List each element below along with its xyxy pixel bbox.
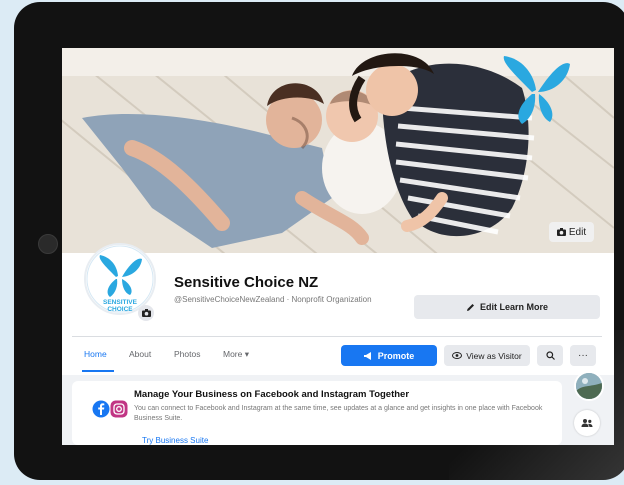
camera-icon [556, 228, 566, 236]
cover-illustration [62, 48, 614, 253]
edit-learn-more-button[interactable]: Edit Learn More [414, 295, 600, 319]
view-as-visitor-label: View as Visitor [466, 350, 522, 361]
edit-learn-more-label: Edit Learn More [479, 302, 548, 312]
eye-icon [452, 352, 463, 359]
tab-about[interactable]: About [129, 349, 151, 359]
active-tab-indicator [82, 370, 114, 372]
promote-label: Promote [377, 350, 415, 361]
facebook-icon [92, 400, 110, 418]
pencil-icon [466, 303, 474, 311]
camera-icon [141, 309, 151, 317]
page-title: Sensitive Choice NZ [174, 274, 319, 291]
header-divider [72, 336, 602, 337]
user-avatar[interactable] [574, 371, 604, 401]
tab-photos[interactable]: Photos [174, 349, 200, 359]
tab-more[interactable]: More ▾ [223, 349, 249, 360]
business-card-title: Manage Your Business on Facebook and Ins… [134, 389, 410, 400]
logo-text-sensitive: SENSITIVE [103, 299, 138, 306]
edit-cover-label: Edit [568, 226, 587, 238]
facebook-instagram-icons [92, 400, 128, 418]
search-icon [545, 351, 555, 360]
tab-home[interactable]: Home [84, 349, 107, 359]
tablet-home-button [38, 234, 58, 254]
logo-text-choice: CHOICE [107, 306, 133, 313]
business-card-description: You can connect to Facebook and Instagra… [134, 405, 543, 422]
promote-button[interactable]: Promote [341, 345, 437, 366]
facebook-page-screen: Edit SENSITIVE CHOICE Sensitive Choice N… [62, 48, 614, 445]
instagram-icon [110, 400, 128, 418]
more-options-button[interactable]: ··· [570, 345, 596, 366]
cover-photo: Edit [62, 48, 614, 253]
view-as-visitor-button[interactable]: View as Visitor [444, 345, 530, 366]
edit-cover-button[interactable]: Edit [549, 222, 594, 242]
page-search-button[interactable] [537, 345, 563, 366]
sensitive-choice-logo: SENSITIVE CHOICE [86, 245, 154, 313]
try-business-suite-link[interactable]: Try Business Suite [142, 436, 208, 445]
profile-camera-button[interactable] [138, 305, 154, 321]
page-handle-category: @SensitiveChoiceNewZealand · Nonprofit O… [174, 295, 372, 304]
people-button[interactable] [574, 410, 600, 436]
megaphone-icon [363, 351, 371, 360]
people-icon [581, 419, 593, 427]
